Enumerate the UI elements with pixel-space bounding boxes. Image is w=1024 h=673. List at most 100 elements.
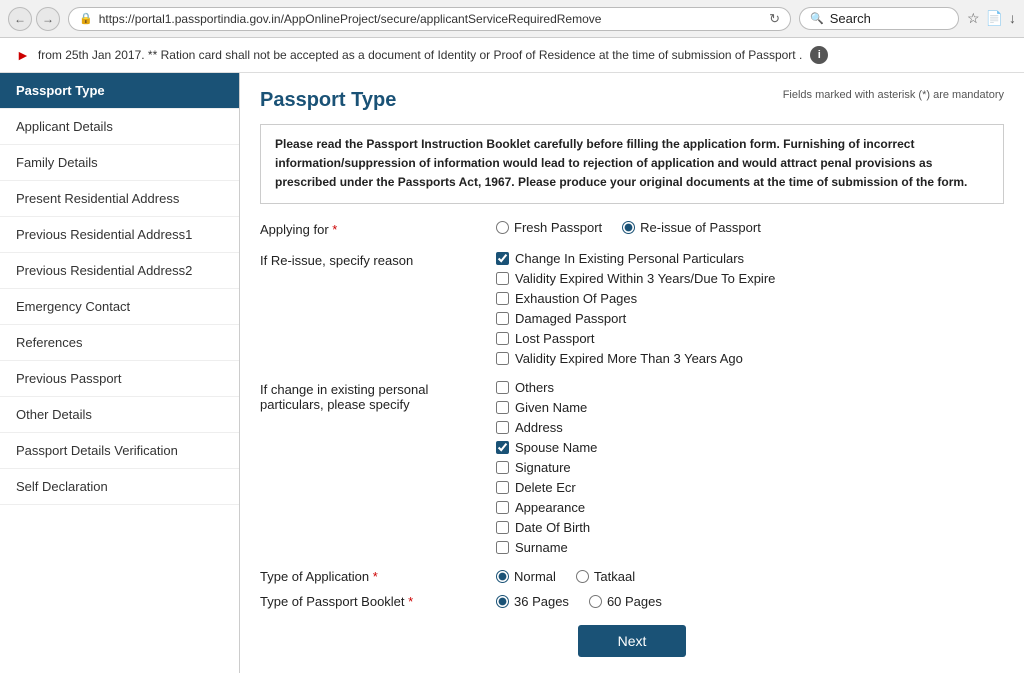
delete-ecr-option[interactable]: Delete Ecr xyxy=(496,480,1004,495)
fresh-passport-label: Fresh Passport xyxy=(514,220,602,235)
reissue-passport-radio[interactable] xyxy=(622,221,635,234)
change-personal-label: Change In Existing Personal Particulars xyxy=(515,251,744,266)
sidebar-item-previous-residential-2[interactable]: Previous Residential Address2 xyxy=(0,253,239,289)
given-name-option[interactable]: Given Name xyxy=(496,400,1004,415)
search-bar[interactable]: 🔍 Search xyxy=(799,7,959,30)
lost-passport-option[interactable]: Lost Passport xyxy=(496,331,1004,346)
sidebar-item-previous-passport[interactable]: Previous Passport xyxy=(0,361,239,397)
applying-for-options: Fresh Passport Re-issue of Passport xyxy=(496,220,1004,235)
info-box: Please read the Passport Instruction Boo… xyxy=(260,124,1004,204)
normal-radio[interactable] xyxy=(496,570,509,583)
lost-passport-checkbox[interactable] xyxy=(496,332,509,345)
validity-expired-3plus-label: Validity Expired More Than 3 Years Ago xyxy=(515,351,743,366)
signature-label: Signature xyxy=(515,460,571,475)
marquee-arrow-icon: ► xyxy=(16,47,30,63)
next-button[interactable]: Next xyxy=(578,625,687,657)
content-area: Passport Type Fields marked with asteris… xyxy=(240,73,1024,673)
others-label: Others xyxy=(515,380,554,395)
search-placeholder: Search xyxy=(830,11,871,26)
sidebar-item-applicant-details[interactable]: Applicant Details xyxy=(0,109,239,145)
sidebar-item-other-details[interactable]: Other Details xyxy=(0,397,239,433)
36-pages-radio[interactable] xyxy=(496,595,509,608)
search-icon: 🔍 xyxy=(810,12,824,25)
content-header: Passport Type Fields marked with asteris… xyxy=(260,89,1004,112)
change-personal-option[interactable]: Change In Existing Personal Particulars xyxy=(496,251,1004,266)
info-icon[interactable]: i xyxy=(810,46,828,64)
fresh-passport-option[interactable]: Fresh Passport xyxy=(496,220,602,235)
date-of-birth-label: Date Of Birth xyxy=(515,520,590,535)
delete-ecr-label: Delete Ecr xyxy=(515,480,576,495)
validity-expired-3plus-option[interactable]: Validity Expired More Than 3 Years Ago xyxy=(496,351,1004,366)
surname-checkbox[interactable] xyxy=(496,541,509,554)
forward-button[interactable]: → xyxy=(36,7,60,31)
damaged-passport-label: Damaged Passport xyxy=(515,311,626,326)
others-option[interactable]: Others xyxy=(496,380,1004,395)
page-title: Passport Type xyxy=(260,89,396,112)
delete-ecr-checkbox[interactable] xyxy=(496,481,509,494)
surname-option[interactable]: Surname xyxy=(496,540,1004,555)
history-icon[interactable]: 📄 xyxy=(986,10,1003,27)
type-of-booklet-required: * xyxy=(408,594,413,609)
appearance-option[interactable]: Appearance xyxy=(496,500,1004,515)
type-of-booklet-options: 36 Pages 60 Pages xyxy=(496,594,662,609)
given-name-label: Given Name xyxy=(515,400,587,415)
lock-icon: 🔒 xyxy=(79,12,93,25)
applying-for-row: Applying for * Fresh Passport Re-issue o… xyxy=(260,220,1004,237)
validity-expired-3plus-checkbox[interactable] xyxy=(496,352,509,365)
36-pages-option[interactable]: 36 Pages xyxy=(496,594,569,609)
sidebar-item-present-residential[interactable]: Present Residential Address xyxy=(0,181,239,217)
date-of-birth-option[interactable]: Date Of Birth xyxy=(496,520,1004,535)
fresh-passport-radio[interactable] xyxy=(496,221,509,234)
sidebar-item-passport-details-verification[interactable]: Passport Details Verification xyxy=(0,433,239,469)
nav-buttons: ← → xyxy=(8,7,60,31)
validity-expired-3-checkbox[interactable] xyxy=(496,272,509,285)
sidebar-item-self-declaration[interactable]: Self Declaration xyxy=(0,469,239,505)
reissue-passport-option[interactable]: Re-issue of Passport xyxy=(622,220,761,235)
date-of-birth-checkbox[interactable] xyxy=(496,521,509,534)
change-personal-checkbox[interactable] xyxy=(496,252,509,265)
spouse-name-checkbox[interactable] xyxy=(496,441,509,454)
address-option[interactable]: Address xyxy=(496,420,1004,435)
download-icon[interactable]: ↓ xyxy=(1009,10,1016,27)
browser-chrome: ← → 🔒 https://portal1.passportindia.gov.… xyxy=(0,0,1024,38)
tatkaal-option[interactable]: Tatkaal xyxy=(576,569,635,584)
appearance-checkbox[interactable] xyxy=(496,501,509,514)
back-button[interactable]: ← xyxy=(8,7,32,31)
given-name-checkbox[interactable] xyxy=(496,401,509,414)
address-label: Address xyxy=(515,420,563,435)
sidebar-item-previous-residential-1[interactable]: Previous Residential Address1 xyxy=(0,217,239,253)
change-particulars-options: Others Given Name Address Spouse Name Si… xyxy=(496,380,1004,555)
bookmark-icon[interactable]: ☆ xyxy=(967,10,980,27)
type-of-application-options: Normal Tatkaal xyxy=(496,569,635,584)
signature-checkbox[interactable] xyxy=(496,461,509,474)
sidebar-item-family-details[interactable]: Family Details xyxy=(0,145,239,181)
sidebar-item-passport-type[interactable]: Passport Type xyxy=(0,73,239,109)
type-of-booklet-label: Type of Passport Booklet * xyxy=(260,594,480,609)
sidebar-item-emergency-contact[interactable]: Emergency Contact xyxy=(0,289,239,325)
spouse-name-option[interactable]: Spouse Name xyxy=(496,440,1004,455)
reissue-passport-label: Re-issue of Passport xyxy=(640,220,761,235)
others-checkbox[interactable] xyxy=(496,381,509,394)
type-of-application-required: * xyxy=(373,569,378,584)
tatkaal-label: Tatkaal xyxy=(594,569,635,584)
normal-option[interactable]: Normal xyxy=(496,569,556,584)
exhaustion-pages-checkbox[interactable] xyxy=(496,292,509,305)
address-checkbox[interactable] xyxy=(496,421,509,434)
normal-label: Normal xyxy=(514,569,556,584)
sidebar-item-references[interactable]: References xyxy=(0,325,239,361)
surname-label: Surname xyxy=(515,540,568,555)
60-pages-option[interactable]: 60 Pages xyxy=(589,594,662,609)
60-pages-radio[interactable] xyxy=(589,595,602,608)
validity-expired-3-label: Validity Expired Within 3 Years/Due To E… xyxy=(515,271,775,286)
signature-option[interactable]: Signature xyxy=(496,460,1004,475)
sidebar: Passport TypeApplicant DetailsFamily Det… xyxy=(0,73,240,673)
address-bar[interactable]: 🔒 https://portal1.passportindia.gov.in/A… xyxy=(68,7,791,31)
validity-expired-3-option[interactable]: Validity Expired Within 3 Years/Due To E… xyxy=(496,271,1004,286)
damaged-passport-option[interactable]: Damaged Passport xyxy=(496,311,1004,326)
tatkaal-radio[interactable] xyxy=(576,570,589,583)
damaged-passport-checkbox[interactable] xyxy=(496,312,509,325)
lost-passport-label: Lost Passport xyxy=(515,331,595,346)
refresh-button[interactable]: ↻ xyxy=(769,11,780,27)
exhaustion-pages-option[interactable]: Exhaustion Of Pages xyxy=(496,291,1004,306)
type-of-booklet-row: Type of Passport Booklet * 36 Pages 60 P… xyxy=(260,594,1004,609)
